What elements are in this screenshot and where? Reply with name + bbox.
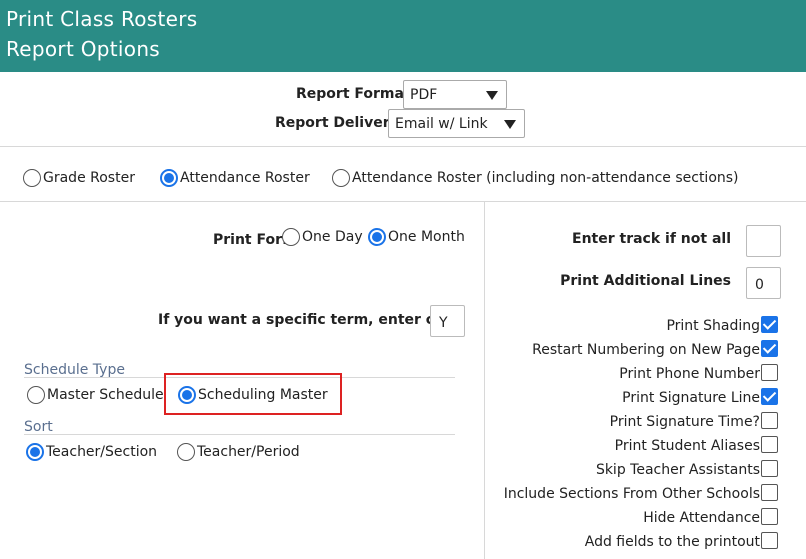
radio-one-day-label[interactable]: One Day [302,229,363,245]
radio-one-month[interactable] [368,228,386,246]
radio-attendance-roster[interactable] [160,169,178,187]
radio-master-schedule-label[interactable]: Master Schedule [47,387,164,403]
print-student-aliases-checkbox[interactable] [761,436,778,453]
column-divider [484,202,485,559]
print-signature-time-checkbox[interactable] [761,412,778,429]
divider [24,434,455,435]
print-shading-label: Print Shading [666,318,760,334]
add-fields-checkbox[interactable] [761,532,778,549]
radio-one-month-label[interactable]: One Month [388,229,465,245]
radio-teacher-period[interactable] [177,443,195,461]
chevron-down-icon [504,120,516,129]
page-header: Print Class Rosters Report Options [0,0,806,72]
radio-teacher-section-label[interactable]: Teacher/Section [46,444,157,460]
report-delivery-select[interactable]: Email w/ Link [388,109,525,138]
skip-teacher-assistants-checkbox[interactable] [761,460,778,477]
report-delivery-label: Report Delivery: [275,115,405,131]
print-shading-checkbox[interactable] [761,316,778,333]
radio-attendance-roster-all-label[interactable]: Attendance Roster (including non-attenda… [352,170,739,186]
print-for-label: Print For: [213,232,288,248]
additional-lines-label: Print Additional Lines [560,273,731,289]
radio-attendance-roster-all[interactable] [332,169,350,187]
schedule-type-heading: Schedule Type [24,362,125,378]
report-delivery-value: Email w/ Link [395,116,488,132]
page-subtitle: Report Options [6,37,161,61]
term-code-input[interactable]: Y [430,305,465,337]
restart-numbering-checkbox[interactable] [761,340,778,357]
restart-numbering-label: Restart Numbering on New Page [532,342,760,358]
term-label: If you want a specific term, enter code [158,312,464,328]
print-student-aliases-label: Print Student Aliases [614,438,760,454]
include-other-schools-checkbox[interactable] [761,484,778,501]
track-label: Enter track if not all [572,231,731,247]
skip-teacher-assistants-label: Skip Teacher Assistants [595,462,760,478]
radio-grade-roster-label[interactable]: Grade Roster [43,170,135,186]
hide-attendance-checkbox[interactable] [761,508,778,525]
print-phone-number-label: Print Phone Number [619,366,760,382]
radio-master-schedule[interactable] [27,386,45,404]
radio-grade-roster[interactable] [23,169,41,187]
radio-attendance-roster-label[interactable]: Attendance Roster [180,170,310,186]
print-signature-time-label: Print Signature Time? [609,414,760,430]
report-format-label: Report Format: [296,86,417,102]
print-phone-number-checkbox[interactable] [761,364,778,381]
additional-lines-input[interactable]: 0 [746,267,781,299]
chevron-down-icon [486,91,498,100]
add-fields-label: Add fields to the printout [584,534,760,550]
track-input[interactable] [746,225,781,257]
report-format-value: PDF [410,87,438,103]
radio-teacher-period-label[interactable]: Teacher/Period [197,444,300,460]
sort-heading: Sort [24,419,53,435]
highlight-box [164,373,342,415]
radio-one-day[interactable] [282,228,300,246]
page-title: Print Class Rosters [6,7,198,31]
print-signature-line-label: Print Signature Line [622,390,760,406]
report-format-select[interactable]: PDF [403,80,507,109]
print-signature-line-checkbox[interactable] [761,388,778,405]
divider [0,146,806,147]
include-other-schools-label: Include Sections From Other Schools [503,486,760,502]
hide-attendance-label: Hide Attendance [643,510,760,526]
divider [0,201,806,202]
radio-teacher-section[interactable] [26,443,44,461]
